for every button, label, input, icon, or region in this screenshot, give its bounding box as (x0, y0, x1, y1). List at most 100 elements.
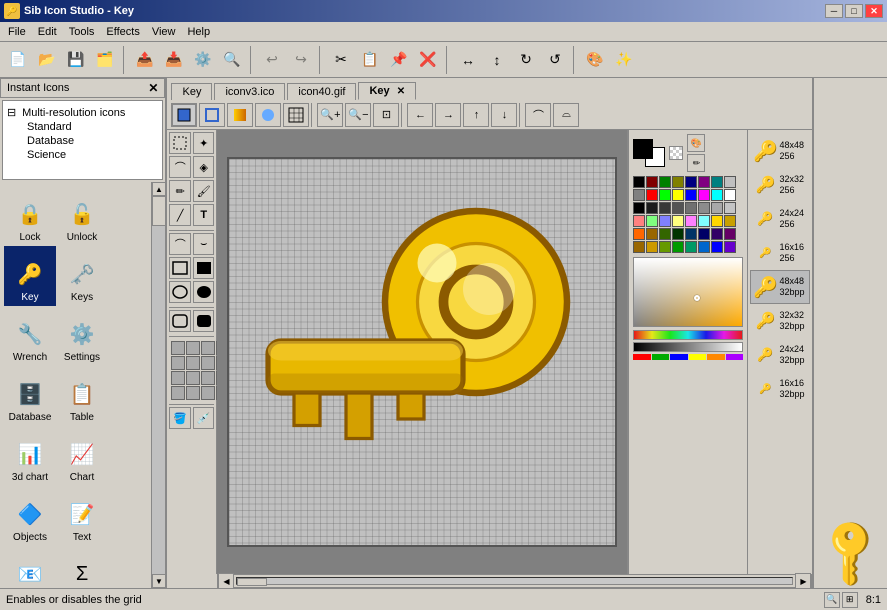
swatch-42[interactable] (659, 241, 671, 253)
mini-pixel-2[interactable] (201, 341, 215, 355)
icon-item-3d-chart[interactable]: 📊3d chart (4, 426, 56, 486)
swatch-29[interactable] (698, 215, 710, 227)
swatch-20[interactable] (685, 202, 697, 214)
zoom-fit-btn[interactable]: ⊡ (373, 103, 399, 127)
pixel-canvas[interactable] (227, 157, 617, 547)
save-all-button[interactable]: 🗂️ (91, 46, 119, 74)
bucket-btn[interactable]: 🪣 (169, 407, 191, 429)
icon-item-keys[interactable]: 🗝️Keys (56, 246, 108, 306)
nav-right-btn[interactable]: → (435, 103, 461, 127)
swatch-45[interactable] (698, 241, 710, 253)
swatch-24[interactable] (633, 215, 645, 227)
icon-item-text[interactable]: 📝Text (56, 486, 108, 546)
swatch-11[interactable] (672, 189, 684, 201)
open-button[interactable]: 📂 (33, 46, 61, 74)
gray-bar[interactable] (633, 342, 743, 352)
swatch-19[interactable] (672, 202, 684, 214)
line-btn[interactable]: ╱ (169, 204, 191, 226)
swatch-0[interactable] (633, 176, 645, 188)
wand2-btn[interactable]: ◈ (193, 156, 215, 178)
icon-item-objects[interactable]: 🔷Objects (4, 486, 56, 546)
swatch-9[interactable] (646, 189, 658, 201)
h-scroll-thumb[interactable] (237, 578, 267, 586)
effect2-button[interactable]: ✨ (610, 46, 638, 74)
swatch-16[interactable] (633, 202, 645, 214)
nav-up-btn[interactable]: ↑ (463, 103, 489, 127)
export-button[interactable]: 📤 (131, 46, 159, 74)
scroll-left-btn[interactable]: ◀ (218, 573, 234, 589)
mini-pixel-10[interactable] (201, 371, 215, 385)
tab-3[interactable]: Key ✕ (358, 82, 416, 100)
size-item-7[interactable]: 🔑16x1632bpp (750, 372, 810, 406)
import-button[interactable]: 📥 (160, 46, 188, 74)
paste-button[interactable]: 📌 (385, 46, 413, 74)
mini-pixel-9[interactable] (186, 371, 200, 385)
rotate-cw-button[interactable]: ↻ (512, 46, 540, 74)
swatch-17[interactable] (646, 202, 658, 214)
icon-item-lock[interactable]: 🔒Lock (4, 186, 56, 246)
swatch-2[interactable] (659, 176, 671, 188)
tree-database[interactable]: Database (27, 134, 158, 148)
arc-right-btn[interactable]: ⌓ (553, 103, 579, 127)
rounded-outline-btn[interactable] (169, 310, 191, 332)
swatch-25[interactable] (646, 215, 658, 227)
menu-view[interactable]: View (146, 24, 182, 40)
swatch-32[interactable] (633, 228, 645, 240)
swatch-41[interactable] (646, 241, 658, 253)
pencil-btn[interactable]: ✏ (169, 180, 191, 202)
color-saturation-picker[interactable] (633, 257, 743, 327)
zoom-out-btn[interactable]: 🔍− (345, 103, 371, 127)
mini-pixel-4[interactable] (171, 356, 185, 370)
copy-button[interactable]: 📋 (356, 46, 384, 74)
icon-item-wrench[interactable]: 🔧Wrench (4, 306, 56, 366)
size-item-6[interactable]: 🔑24x2432bpp (750, 338, 810, 372)
menu-tools[interactable]: Tools (63, 24, 101, 40)
brush-btn[interactable]: 🖌 (193, 180, 215, 202)
color-tool-2[interactable]: ✏ (687, 154, 705, 172)
mini-pixel-12[interactable] (171, 386, 185, 400)
swatch-23[interactable] (724, 202, 736, 214)
icon-item-unlock[interactable]: 🔓Unlock (56, 186, 108, 246)
swatch-44[interactable] (685, 241, 697, 253)
fill-solid-btn[interactable] (171, 103, 197, 127)
swatch-7[interactable] (724, 176, 736, 188)
swatch-3[interactable] (672, 176, 684, 188)
size-item-5[interactable]: 🔑32x3232bpp (750, 304, 810, 338)
swatch-34[interactable] (659, 228, 671, 240)
mini-pixel-1[interactable] (186, 341, 200, 355)
swatch-12[interactable] (685, 189, 697, 201)
save-button[interactable]: 💾 (62, 46, 90, 74)
icon-item-database[interactable]: 🗄️Database (4, 366, 56, 426)
rotate-ccw-button[interactable]: ↺ (541, 46, 569, 74)
swatch-1[interactable] (646, 176, 658, 188)
swatch-10[interactable] (659, 189, 671, 201)
swatch-38[interactable] (711, 228, 723, 240)
swatch-21[interactable] (698, 202, 710, 214)
redo-button[interactable]: ↪ (287, 46, 315, 74)
h-scroll-track[interactable] (236, 577, 793, 585)
size-item-3[interactable]: 🔑16x16256 (750, 236, 810, 270)
rect-outline-btn[interactable] (169, 257, 191, 279)
tab-0[interactable]: Key (171, 83, 212, 100)
ellipse-fill-btn[interactable] (193, 281, 215, 303)
fill-water-btn[interactable] (255, 103, 281, 127)
swatch-43[interactable] (672, 241, 684, 253)
status-zoom-btn[interactable]: 🔍 (824, 592, 840, 608)
status-grid-btn[interactable]: ⊞ (842, 592, 858, 608)
tree-science[interactable]: Science (27, 148, 158, 162)
mini-pixel-6[interactable] (201, 356, 215, 370)
mini-pixel-0[interactable] (171, 341, 185, 355)
mini-pixel-8[interactable] (171, 371, 185, 385)
effect1-button[interactable]: 🎨 (581, 46, 609, 74)
fg-color-swatch[interactable] (633, 139, 653, 159)
curve2-btn[interactable]: ⌣ (193, 233, 215, 255)
swatch-13[interactable] (698, 189, 710, 201)
mini-pixel-5[interactable] (186, 356, 200, 370)
new-button[interactable]: 📄 (4, 46, 32, 74)
swatch-33[interactable] (646, 228, 658, 240)
undo-button[interactable]: ↩ (258, 46, 286, 74)
window-controls[interactable]: ─ □ ✕ (825, 4, 883, 18)
menu-effects[interactable]: Effects (100, 24, 145, 40)
scroll-thumb[interactable] (152, 196, 166, 226)
swatch-8[interactable] (633, 189, 645, 201)
